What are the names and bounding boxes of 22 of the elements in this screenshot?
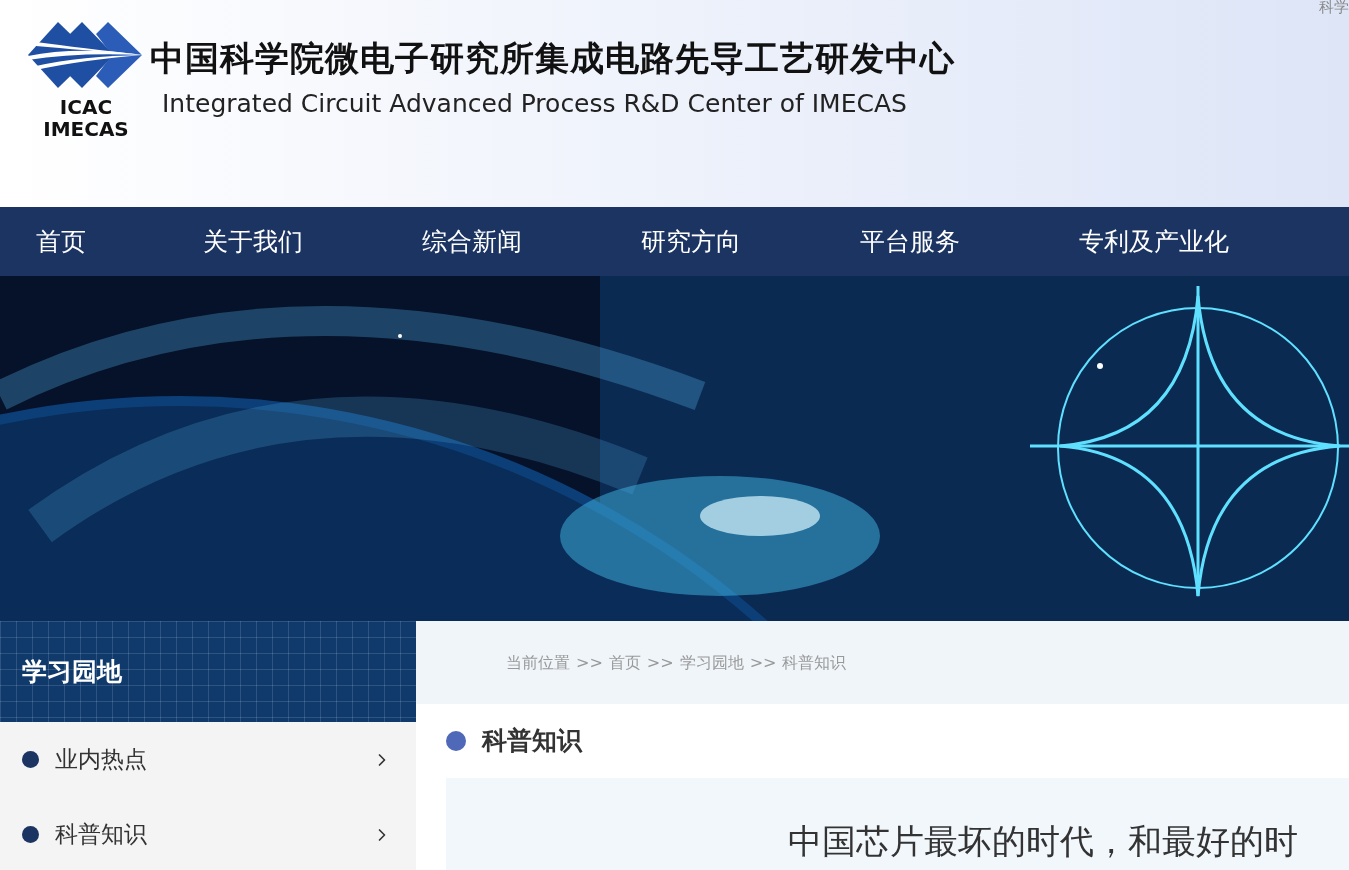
sidebar-item[interactable]: 科普知识 (0, 797, 416, 870)
bullet-icon (22, 826, 39, 843)
breadcrumb-separator: >> (749, 651, 777, 674)
breadcrumb-label: 当前位置 (506, 651, 570, 674)
sidebar-title: 学习园地 (22, 655, 122, 688)
nav-link[interactable]: 平台服务 (860, 222, 1079, 261)
nav-link[interactable]: 专利及产业化 (1079, 222, 1298, 261)
breadcrumb-separator: >> (646, 651, 674, 674)
nav-link[interactable]: 首页 (36, 222, 203, 261)
bullet-icon (22, 751, 39, 768)
site-subtitle: Integrated Circuit Advanced Process R&D Center of IMECAS (162, 88, 908, 120)
nav-link[interactable]: 综合新闻 (422, 222, 641, 261)
logo-text: ICAC (59, 96, 113, 118)
sidebar-item[interactable]: 业内热点 (0, 722, 416, 797)
site-title: 中国科学院微电子研究所集成电路先导工艺研发中心 (150, 38, 955, 78)
nav-link[interactable]: 关于我们 (203, 222, 422, 261)
section-title: 科普知识 (482, 725, 582, 758)
logo-text: IMECAS (43, 118, 129, 140)
article-title: 中国芯片最坏的时代，和最好的时 (788, 821, 1298, 861)
bullet-icon (446, 731, 466, 751)
breadcrumb-separator: >> (576, 651, 603, 674)
nav-link[interactable]: 研究方向 (641, 222, 860, 261)
